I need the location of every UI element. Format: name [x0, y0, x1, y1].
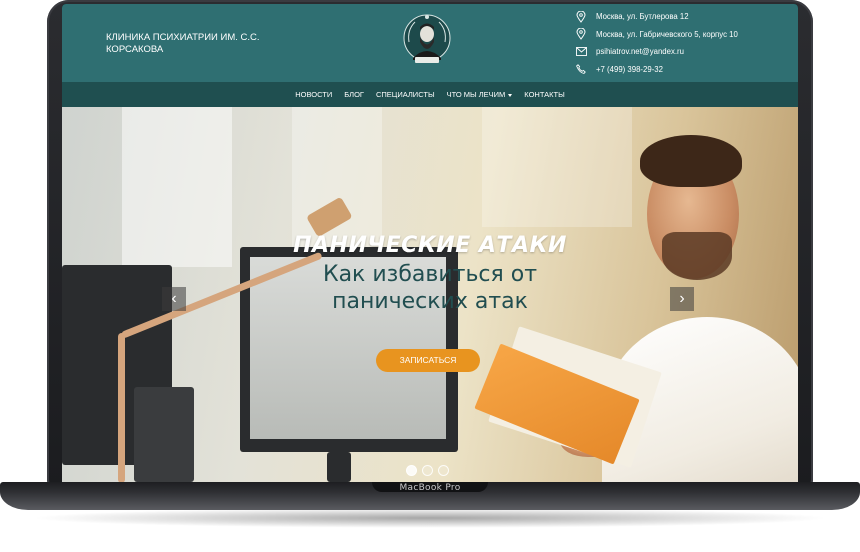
slider-dot[interactable] — [406, 465, 417, 476]
chevron-right-icon[interactable]: › — [670, 287, 694, 311]
email-icon — [574, 46, 588, 58]
nav-item-news[interactable]: НОВОСТИ — [295, 90, 332, 99]
contact-text: +7 (499) 398-29-32 — [596, 64, 663, 74]
background-monitor — [134, 387, 194, 482]
signup-button[interactable]: ЗАПИСАТЬСЯ — [376, 349, 480, 372]
contact-text: Москва, ул. Бутлерова 12 — [596, 12, 689, 22]
contact-email[interactable]: psihiatrov.net@yandex.ru — [574, 43, 794, 61]
nav-item-specialists[interactable]: СПЕЦИАЛИСТЫ — [376, 90, 435, 99]
person-hair — [640, 135, 742, 187]
nav-item-what-we-treat[interactable]: ЧТО МЫ ЛЕЧИМ — [447, 90, 513, 99]
main-nav: НОВОСТИ БЛОГ СПЕЦИАЛИСТЫ ЧТО МЫ ЛЕЧИМ КО… — [62, 82, 798, 107]
caret-down-icon — [508, 93, 513, 97]
site-header: КЛИНИКА ПСИХИАТРИИ ИМ. С.С. КОРСАКОВА Мо… — [62, 4, 798, 82]
nav-item-blog[interactable]: БЛОГ — [344, 90, 364, 99]
slider-dot[interactable] — [438, 465, 449, 476]
contact-text: Москва, ул. Габричевского 5, корпус 10 — [596, 29, 738, 39]
contact-text: psihiatrov.net@yandex.ru — [596, 47, 684, 57]
nav-item-label: ЧТО МЫ ЛЕЧИМ — [446, 90, 506, 99]
slider-pagination — [406, 465, 449, 476]
slider-dot[interactable] — [422, 465, 433, 476]
phone-icon — [574, 63, 588, 75]
portrait-emblem-icon[interactable] — [401, 12, 453, 68]
laptop-screen: КЛИНИКА ПСИХИАТРИИ ИМ. С.С. КОРСАКОВА Мо… — [62, 4, 798, 482]
monitor-stand — [327, 452, 351, 482]
contact-address-1[interactable]: Москва, ул. Бутлерова 12 — [574, 8, 794, 26]
hero-subtitle-line: Как избавиться от — [322, 262, 538, 287]
hero-slider: ПАНИЧЕСКИЕ АТАКИ Как избавиться от панич… — [62, 107, 798, 482]
window-light — [482, 107, 632, 227]
clinic-name[interactable]: КЛИНИКА ПСИХИАТРИИ ИМ. С.С. КОРСАКОВА — [106, 32, 266, 56]
laptop-brand-label: MacBook Pro — [399, 483, 461, 493]
desk-lamp — [118, 333, 125, 482]
hero-title: ПАНИЧЕСКИЕ АТАКИ — [293, 233, 567, 258]
location-pin-icon — [574, 28, 588, 41]
laptop-shadow — [30, 508, 830, 528]
contacts-block: Москва, ул. Бутлерова 12 Москва, ул. Габ… — [574, 8, 794, 78]
contact-phone[interactable]: +7 (499) 398-29-32 — [574, 61, 794, 79]
location-pin-icon — [574, 10, 588, 23]
contact-address-2[interactable]: Москва, ул. Габричевского 5, корпус 10 — [574, 26, 794, 44]
nav-item-contacts[interactable]: КОНТАКТЫ — [524, 90, 564, 99]
chevron-left-icon[interactable]: ‹ — [162, 287, 186, 311]
